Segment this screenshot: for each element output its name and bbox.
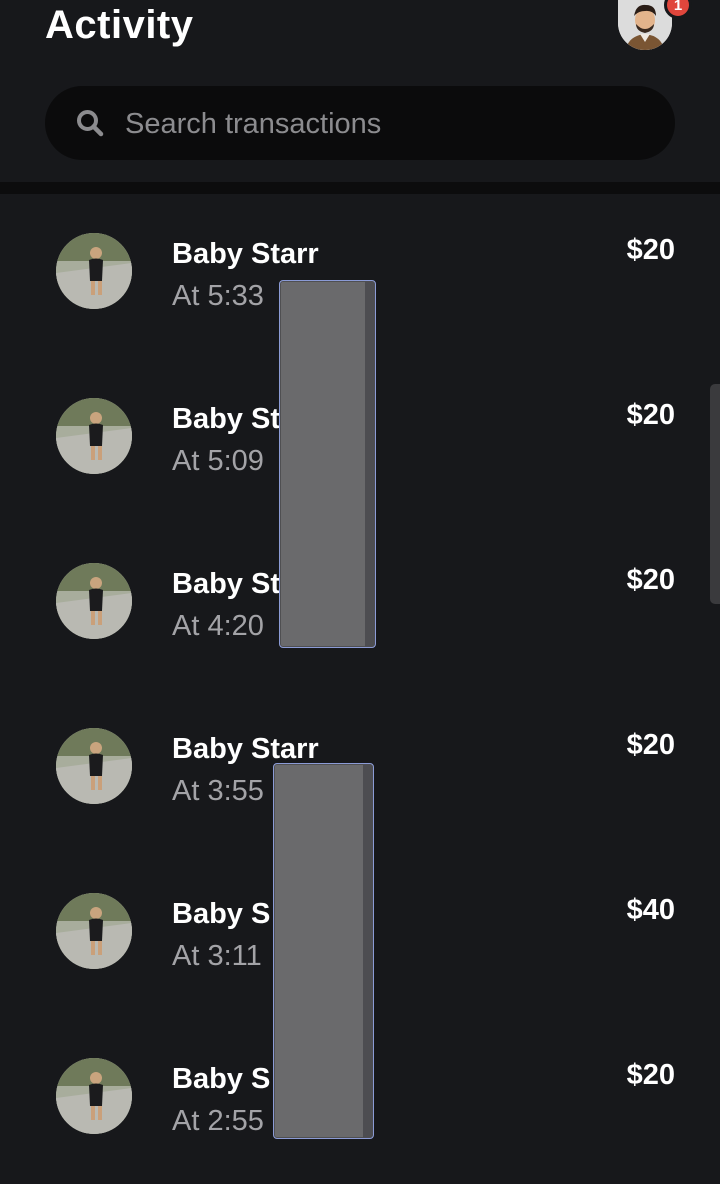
section-divider [0, 182, 720, 194]
transaction-time: At 4:20 [172, 610, 264, 642]
transaction-amount: $20 [626, 729, 675, 761]
contact-name: Baby Starr [172, 733, 319, 765]
transaction-amount: $20 [626, 1059, 675, 1091]
redaction-block [273, 763, 374, 1139]
transaction-amount: $40 [626, 894, 675, 926]
contact-name: Baby S [172, 898, 271, 930]
transaction-amount: $20 [626, 564, 675, 596]
transaction-time: At 5:33 [172, 280, 264, 312]
contact-name: Baby St [172, 568, 280, 600]
contact-avatar [56, 563, 132, 639]
transaction-time: At 5:09 [172, 445, 264, 477]
page-title: Activity [45, 3, 194, 47]
contact-name: Baby St [172, 403, 280, 435]
search-bar[interactable] [45, 86, 675, 162]
redaction-block [279, 280, 376, 648]
contact-avatar [56, 893, 132, 969]
profile-avatar-button[interactable]: 1 [618, 0, 692, 54]
transaction-amount: $20 [626, 399, 675, 431]
search-icon [77, 110, 104, 137]
transaction-time: At 3:11 [172, 940, 262, 972]
redaction-shade [365, 281, 375, 647]
contact-avatar [56, 1058, 132, 1134]
contact-avatar [56, 728, 132, 804]
contact-name: Baby Starr [172, 238, 319, 270]
header: Activity 1 [0, 0, 720, 186]
transaction-amount: $20 [626, 234, 675, 266]
transaction-time: At 2:55 [172, 1105, 264, 1137]
redaction-shade [363, 764, 373, 1138]
scrollbar[interactable] [710, 384, 720, 604]
contact-name: Baby S [172, 1063, 271, 1095]
search-input[interactable] [123, 86, 647, 162]
contact-avatar [56, 398, 132, 474]
contact-avatar [56, 233, 132, 309]
transaction-time: At 3:55 [172, 775, 264, 807]
